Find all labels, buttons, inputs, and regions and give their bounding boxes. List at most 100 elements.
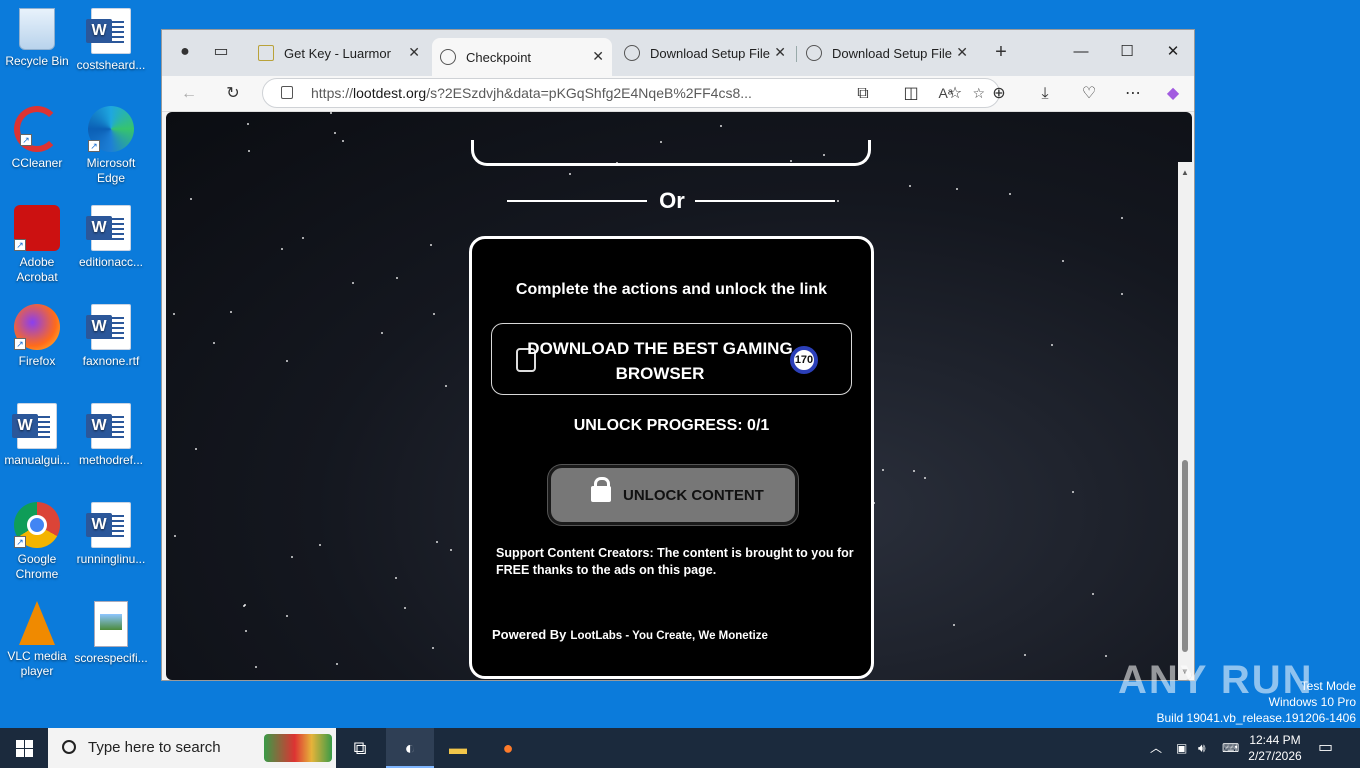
- divider-right: [695, 200, 835, 202]
- star: [255, 666, 257, 668]
- tab-download-setup-1[interactable]: Download Setup File ✕: [616, 38, 794, 68]
- maximize-icon[interactable]: ☐: [1104, 38, 1150, 66]
- build-line: Build 19041.vb_release.191206-1406: [1156, 711, 1357, 725]
- star: [432, 647, 434, 649]
- unlock-progress: UNLOCK PROGRESS: 0/1: [573, 417, 770, 434]
- star: [330, 112, 332, 114]
- taskbar-search[interactable]: Type here to search: [48, 728, 336, 768]
- collections-icon[interactable]: ⊕: [986, 82, 1012, 106]
- new-tab-icon[interactable]: +: [988, 40, 1014, 64]
- word-doc-icon: [86, 502, 131, 548]
- volume-icon[interactable]: 🔊︎: [1198, 728, 1206, 768]
- task-view-icon[interactable]: ⧉: [336, 728, 384, 768]
- extensions-icon[interactable]: ⧉: [850, 82, 876, 106]
- clock-time: 12:44 PM: [1249, 733, 1301, 747]
- page-viewport: Or Complete the actions and unlock the l…: [166, 112, 1192, 680]
- countdown-badge: 170: [790, 346, 818, 374]
- desktop-icon-firefox[interactable]: ↗ Firefox: [0, 304, 74, 369]
- star: [302, 237, 304, 239]
- star: [352, 282, 354, 284]
- taskbar-clock[interactable]: 12:44 PM 2/27/2026: [1246, 732, 1304, 764]
- network-icon[interactable]: ▣: [1176, 728, 1187, 768]
- tab-get-key[interactable]: Get Key - Luarmor ✕: [250, 38, 428, 68]
- desktop-icon-costsheard[interactable]: costsheard...: [74, 8, 148, 73]
- recycle-bin-icon: [19, 8, 55, 50]
- url-domain: lootdest.org: [353, 85, 427, 101]
- star: [1009, 193, 1011, 195]
- desktop-icon-label: scorespecifi...: [74, 651, 148, 665]
- browser-essentials-icon[interactable]: ♡: [1076, 82, 1102, 106]
- lootlabs-link[interactable]: LootLabs - You Create, We Monetize: [570, 630, 767, 642]
- chrome-icon: ↗: [14, 502, 60, 548]
- favorite-star-icon[interactable]: ☆: [972, 79, 985, 107]
- tab-checkpoint[interactable]: Checkpoint ✕: [432, 38, 612, 76]
- vlc-cone-icon: [19, 601, 55, 645]
- more-menu-icon[interactable]: ⋯: [1120, 82, 1146, 106]
- desktop-icon-editionacc[interactable]: editionacc...: [74, 205, 148, 270]
- address-bar[interactable]: https://lootdest.org/s?2ESzdvjh&data=pKG…: [262, 78, 1000, 108]
- star: [334, 132, 336, 134]
- desktop-icon-recycle-bin[interactable]: Recycle Bin: [0, 8, 74, 69]
- downloads-icon[interactable]: ⤓: [1032, 82, 1058, 106]
- scrollbar-thumb[interactable]: [1182, 460, 1188, 652]
- star: [1121, 293, 1123, 295]
- start-button[interactable]: [0, 728, 48, 768]
- padlock-icon: [591, 477, 611, 502]
- unlock-card: Complete the actions and unlock the link…: [469, 236, 874, 679]
- desktop-icon-vlc[interactable]: VLC media player: [0, 601, 74, 679]
- star: [173, 313, 175, 315]
- close-tab-icon[interactable]: ✕: [774, 44, 786, 61]
- desktop-icon-faxnone[interactable]: faxnone.rtf: [74, 304, 148, 369]
- scroll-up-icon[interactable]: ▲: [1181, 168, 1189, 177]
- desktop-icon-ccleaner[interactable]: ↗ CCleaner: [0, 106, 74, 171]
- desktop-icon-scorespecifi[interactable]: scorespecifi...: [74, 601, 148, 666]
- edition-line: Windows 10 Pro: [1268, 695, 1356, 709]
- minimize-icon[interactable]: —: [1058, 38, 1104, 66]
- tab-actions-icon[interactable]: ▭: [208, 40, 234, 64]
- taskbar-edge-icon[interactable]: ◐: [386, 728, 434, 768]
- browser-window: ● ▭ Get Key - Luarmor ✕ Checkpoint ✕ Dow…: [161, 29, 1195, 681]
- firefox-icon: ↗: [14, 304, 60, 350]
- close-tab-icon[interactable]: ✕: [408, 44, 420, 61]
- star: [913, 470, 915, 472]
- desktop-icon-runninglinu[interactable]: runninglinu...: [74, 502, 148, 567]
- refresh-icon[interactable]: ↻: [220, 82, 246, 106]
- desktop-icon-label: CCleaner: [11, 156, 63, 170]
- desktop-icon-label: Microsoft Edge: [86, 156, 136, 185]
- desktop-icon-manualgui[interactable]: manualgui...: [0, 403, 74, 468]
- copilot-icon[interactable]: ◆: [1160, 82, 1186, 106]
- profile-icon[interactable]: ●: [172, 40, 198, 64]
- star: [430, 244, 432, 246]
- notifications-icon[interactable]: ▭: [1318, 728, 1333, 768]
- download-task-button[interactable]: DOWNLOAD THE BEST GAMING BROWSER 170: [491, 323, 852, 395]
- back-icon[interactable]: ←: [176, 82, 202, 106]
- desktop-icon-label: manualgui...: [4, 453, 70, 467]
- split-screen-icon[interactable]: ◫: [898, 82, 924, 106]
- keyboard-language-icon[interactable]: ⌨: [1222, 728, 1239, 768]
- star: [1072, 491, 1074, 493]
- luarmor-favicon-icon: [258, 45, 274, 61]
- file-explorer-icon[interactable]: ▬: [434, 728, 482, 768]
- taskbar-firefox-icon[interactable]: ●: [484, 728, 532, 768]
- image-file-icon: [94, 601, 128, 647]
- star: [381, 332, 383, 334]
- desktop-icon-label: VLC media player: [7, 649, 67, 678]
- star: [281, 248, 283, 250]
- desktop-icon-acrobat[interactable]: ↗ Adobe Acrobat: [0, 205, 74, 285]
- favorites-icon[interactable]: ☆: [942, 82, 968, 106]
- desktop-icon-edge[interactable]: ↗ Microsoft Edge: [74, 106, 148, 186]
- show-hidden-icons-icon[interactable]: ︿: [1150, 728, 1162, 768]
- close-tab-icon[interactable]: ✕: [592, 48, 604, 65]
- desktop-icon-chrome[interactable]: ↗ Google Chrome: [0, 502, 74, 582]
- close-window-icon[interactable]: ✕: [1150, 38, 1196, 66]
- star: [245, 630, 247, 632]
- tab-download-setup-2[interactable]: Download Setup File ✕: [798, 38, 976, 68]
- unlock-content-button[interactable]: UNLOCK CONTENT: [548, 465, 798, 525]
- star: [436, 541, 438, 543]
- close-tab-icon[interactable]: ✕: [956, 44, 968, 61]
- desktop-icon-methodref[interactable]: methodref...: [74, 403, 148, 468]
- star: [1092, 593, 1094, 595]
- word-doc-icon: [86, 403, 131, 449]
- page-scrollbar[interactable]: ▲ ▼: [1178, 162, 1192, 680]
- star: [243, 605, 245, 607]
